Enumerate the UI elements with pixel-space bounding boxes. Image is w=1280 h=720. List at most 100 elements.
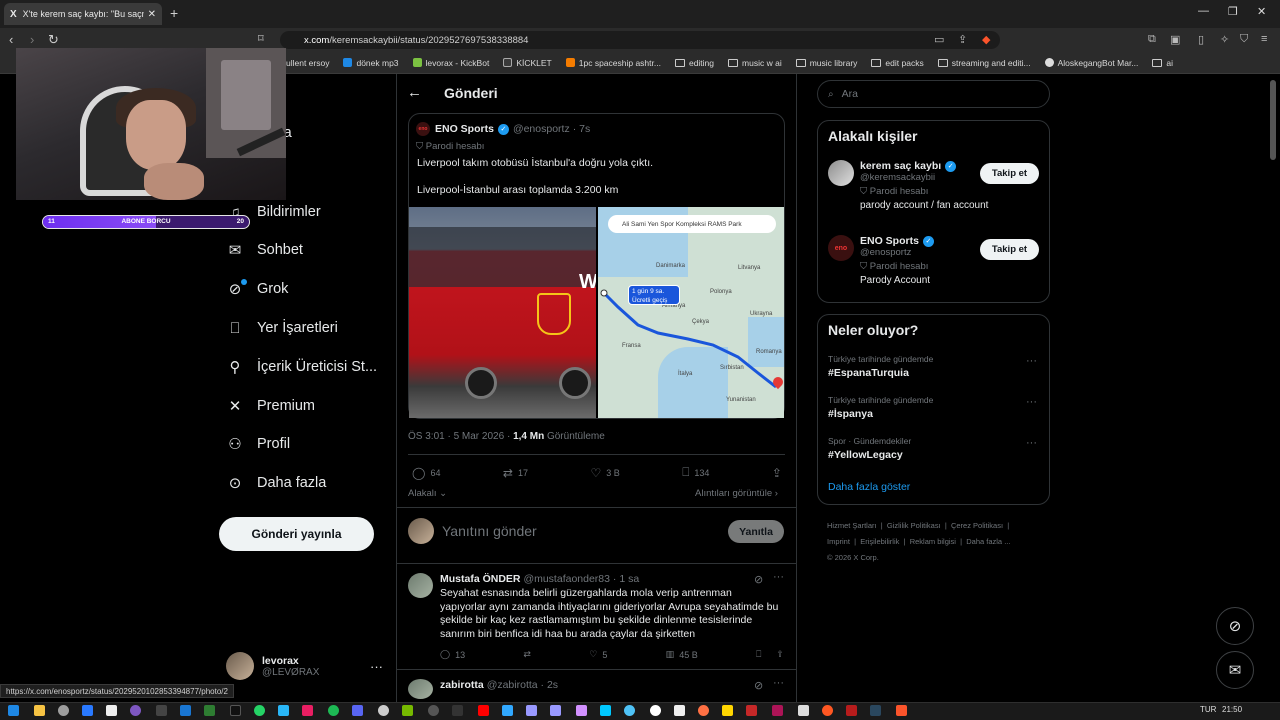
bookmark-page-icon[interactable]: ⌑: [258, 32, 264, 45]
page-scrollbar[interactable]: [1270, 80, 1276, 160]
more-dots-icon[interactable]: ···: [1026, 396, 1037, 408]
grok-explain-icon[interactable]: ⊘: [754, 573, 763, 586]
messages-fab-icon[interactable]: ✉: [1216, 651, 1254, 689]
reply-composer[interactable]: Yanıtını gönder: [408, 518, 537, 544]
whatsapp-icon[interactable]: [254, 705, 265, 716]
footer-link[interactable]: Hizmet Şartları: [827, 521, 877, 530]
after-effects-icon[interactable]: [576, 705, 587, 716]
app-icon[interactable]: [674, 705, 685, 716]
more-dots-icon[interactable]: ···: [370, 659, 383, 674]
reply-author-name[interactable]: zabirotta: [440, 679, 484, 691]
discord-icon[interactable]: [352, 705, 363, 716]
premiere-icon[interactable]: [550, 705, 561, 716]
person-item[interactable]: kerem saç kaybı ✓ @keremsackaybii ⛉ Parod…: [828, 160, 988, 211]
show-more-link[interactable]: Daha fazla göster: [828, 481, 910, 493]
reply-input[interactable]: Yanıtını gönder: [442, 523, 537, 539]
notion-icon[interactable]: [106, 705, 117, 716]
app-icon[interactable]: [452, 705, 463, 716]
app-icon[interactable]: [180, 705, 191, 716]
reply-action[interactable]: ◯ 64: [412, 465, 440, 480]
photoshop-icon[interactable]: [502, 705, 513, 716]
footer-link[interactable]: Reklam bilgisi: [910, 537, 956, 546]
app-icon[interactable]: [772, 705, 783, 716]
grok-explain-icon[interactable]: ⊘: [754, 679, 763, 692]
account-switcher[interactable]: levorax @LEVØRAX: [226, 652, 319, 680]
footer-link[interactable]: Imprint: [827, 537, 850, 546]
like-action[interactable]: ♡ 3 B: [590, 465, 619, 480]
minimize-icon[interactable]: —: [1198, 5, 1209, 17]
reply-button[interactable]: Yanıtla: [728, 520, 784, 543]
steam-icon[interactable]: [870, 705, 881, 716]
bookmark-action[interactable]: ⎕ 134: [682, 465, 709, 480]
follow-button[interactable]: Takip et: [980, 239, 1039, 260]
vscode-icon[interactable]: [82, 705, 93, 716]
back-arrow-icon[interactable]: ←: [407, 84, 422, 101]
route-map-photo[interactable]: Danimarka Litvanya Almanya Polonya Frans…: [598, 207, 784, 418]
app-icon[interactable]: [156, 705, 167, 716]
app-icon[interactable]: [600, 705, 611, 716]
grok-fab-icon[interactable]: ⊘: [1216, 607, 1254, 645]
bookmark-folder[interactable]: edit packs: [871, 58, 924, 68]
back-icon[interactable]: ‹: [9, 32, 13, 47]
nav-item-more[interactable]: ⊙ Daha fazla: [226, 468, 327, 498]
nav-item-profile[interactable]: ⚇ Profil: [226, 429, 290, 459]
author-name[interactable]: ENO Sports: [435, 123, 494, 135]
reply-author-name[interactable]: Mustafa ÖNDER: [440, 573, 521, 585]
bookmark-item[interactable]: levorax - KickBot: [412, 58, 489, 68]
obs-icon[interactable]: [130, 705, 141, 716]
trend-item[interactable]: Türkiye tarihinde gündemde #EspanaTurqui…: [828, 354, 1040, 379]
sort-dropdown[interactable]: Alakalı ⌄: [408, 488, 447, 499]
post-button[interactable]: Gönderi yayınla: [219, 517, 374, 551]
app-icon[interactable]: [746, 705, 757, 716]
nav-item-grok[interactable]: ⊘ Grok: [226, 274, 289, 304]
maximize-icon[interactable]: ❐: [1228, 5, 1238, 18]
vpn-shield-icon[interactable]: ⛉: [1240, 33, 1248, 46]
telegram-icon[interactable]: [278, 705, 289, 716]
share-icon[interactable]: ⇪: [958, 33, 967, 46]
app-icon[interactable]: [722, 705, 733, 716]
app-icon[interactable]: [650, 705, 661, 716]
forward-icon[interactable]: ›: [30, 32, 34, 47]
cast-icon[interactable]: ▭: [934, 33, 944, 46]
app-icon[interactable]: [798, 705, 809, 716]
avatar[interactable]: [408, 573, 433, 598]
bookmark-item[interactable]: ullent ersoy: [286, 58, 329, 68]
search-field[interactable]: ⌕ Ara: [817, 80, 1050, 108]
nav-item-premium[interactable]: ✕ Premium: [226, 391, 315, 421]
view-quotes-link[interactable]: Alıntıları görüntüle ›: [695, 488, 778, 499]
follow-button[interactable]: Takip et: [980, 163, 1039, 184]
repost-action[interactable]: ⇄: [523, 649, 531, 660]
more-dots-icon[interactable]: ···: [773, 571, 784, 583]
media-encoder-icon[interactable]: [526, 705, 537, 716]
like-action[interactable]: ♡ 5: [589, 649, 607, 660]
nav-item-bookmarks[interactable]: ⎕ Yer İşaretleri: [226, 313, 337, 343]
trend-item[interactable]: Spor · Gündemdekiler #YellowLegacy: [828, 436, 1040, 461]
nvidia-icon[interactable]: [402, 705, 413, 716]
url-field[interactable]: x.com/keremsackaybii/status/202952769753…: [280, 31, 1000, 49]
bookmark-folder[interactable]: music library: [795, 58, 857, 68]
windows-start-icon[interactable]: [8, 705, 19, 716]
app-icon[interactable]: [698, 705, 709, 716]
person-item[interactable]: eno ENO Sports ✓ @enosportz ⛉ Parodi hesa…: [828, 235, 938, 286]
app-icon[interactable]: [822, 705, 833, 716]
menu-icon[interactable]: ≡: [1261, 33, 1267, 45]
window-close-icon[interactable]: ✕: [1257, 5, 1266, 18]
bookmark-action[interactable]: ⎕ ⇪: [756, 649, 784, 660]
bus-photo[interactable]: We: [409, 207, 596, 418]
new-tab-button[interactable]: +: [170, 5, 178, 21]
footer-link[interactable]: Erişilebilirlik: [860, 537, 899, 546]
avatar[interactable]: [408, 679, 433, 699]
reply-action[interactable]: ◯ 13: [440, 649, 465, 660]
instagram-icon[interactable]: [302, 705, 313, 716]
repost-action[interactable]: ⇄ 17: [503, 465, 528, 480]
more-dots-icon[interactable]: ···: [773, 677, 784, 689]
reload-icon[interactable]: ↻: [48, 32, 59, 48]
settings-icon[interactable]: [58, 705, 69, 716]
footer-link[interactable]: Çerez Politikası: [951, 521, 1003, 530]
extensions-icon[interactable]: ⧉: [1148, 33, 1156, 46]
brave-shield-icon[interactable]: ◆: [982, 33, 990, 46]
nav-item-chat[interactable]: ✉ Sohbet: [226, 235, 303, 265]
app-icon[interactable]: [624, 705, 635, 716]
bookmark-item[interactable]: dönek mp3: [343, 58, 399, 68]
footer-link[interactable]: Gizlilik Politikası: [887, 521, 941, 530]
